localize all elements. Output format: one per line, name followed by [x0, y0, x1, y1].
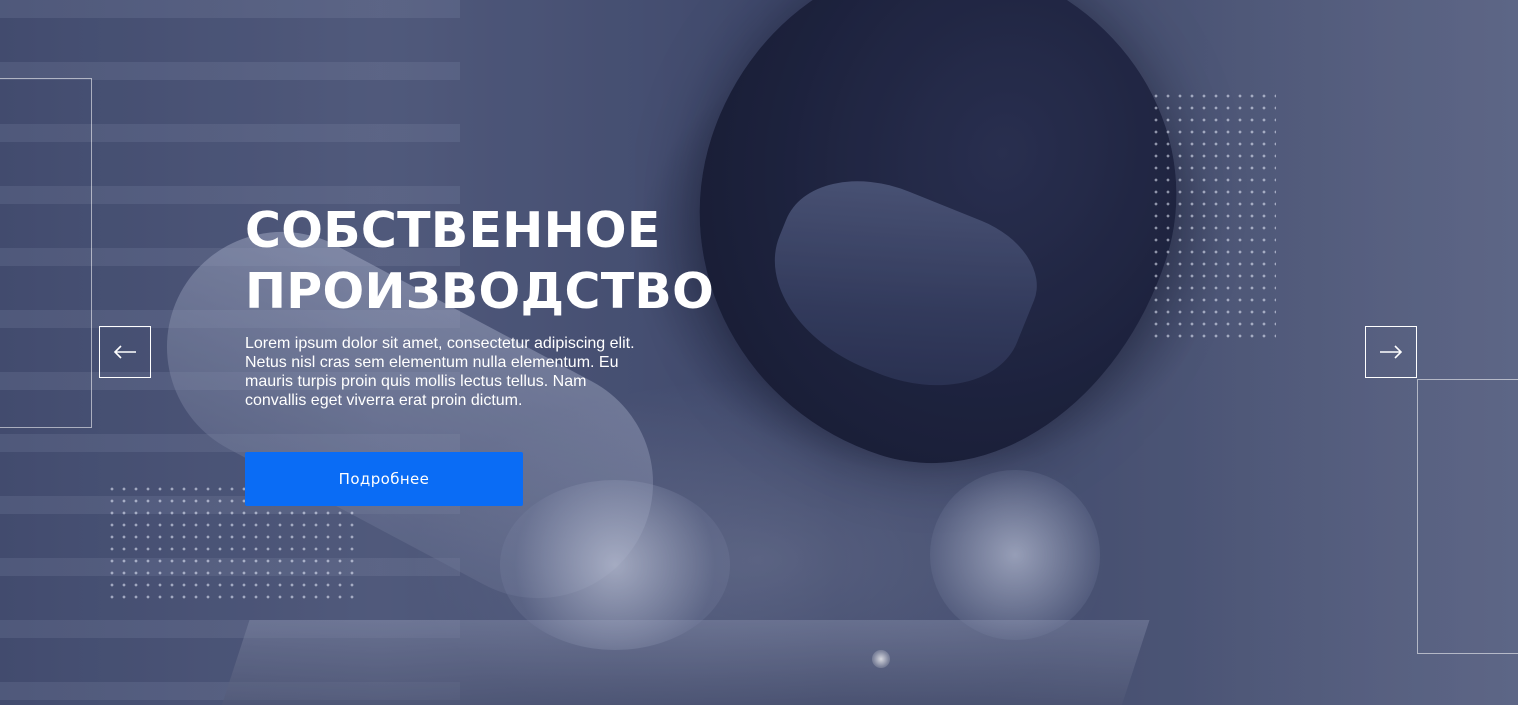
more-details-button[interactable]: Подробнее	[245, 452, 523, 506]
arrow-left-icon	[113, 345, 136, 359]
hero-description: Lorem ipsum dolor sit amet, consectetur …	[245, 335, 635, 409]
decorative-frame-right	[1417, 379, 1518, 654]
slider-next-button[interactable]	[1365, 326, 1417, 378]
hero-slider: СОБСТВЕННОЕ ПРОИЗВОДСТВО Lorem ipsum dol…	[0, 0, 1518, 705]
decorative-dot-grid-right	[1150, 90, 1276, 342]
slider-prev-button[interactable]	[99, 326, 151, 378]
arrow-right-icon	[1380, 345, 1403, 359]
decorative-frame-left	[0, 78, 92, 428]
hero-title: СОБСТВЕННОЕ ПРОИЗВОДСТВО	[245, 202, 715, 320]
